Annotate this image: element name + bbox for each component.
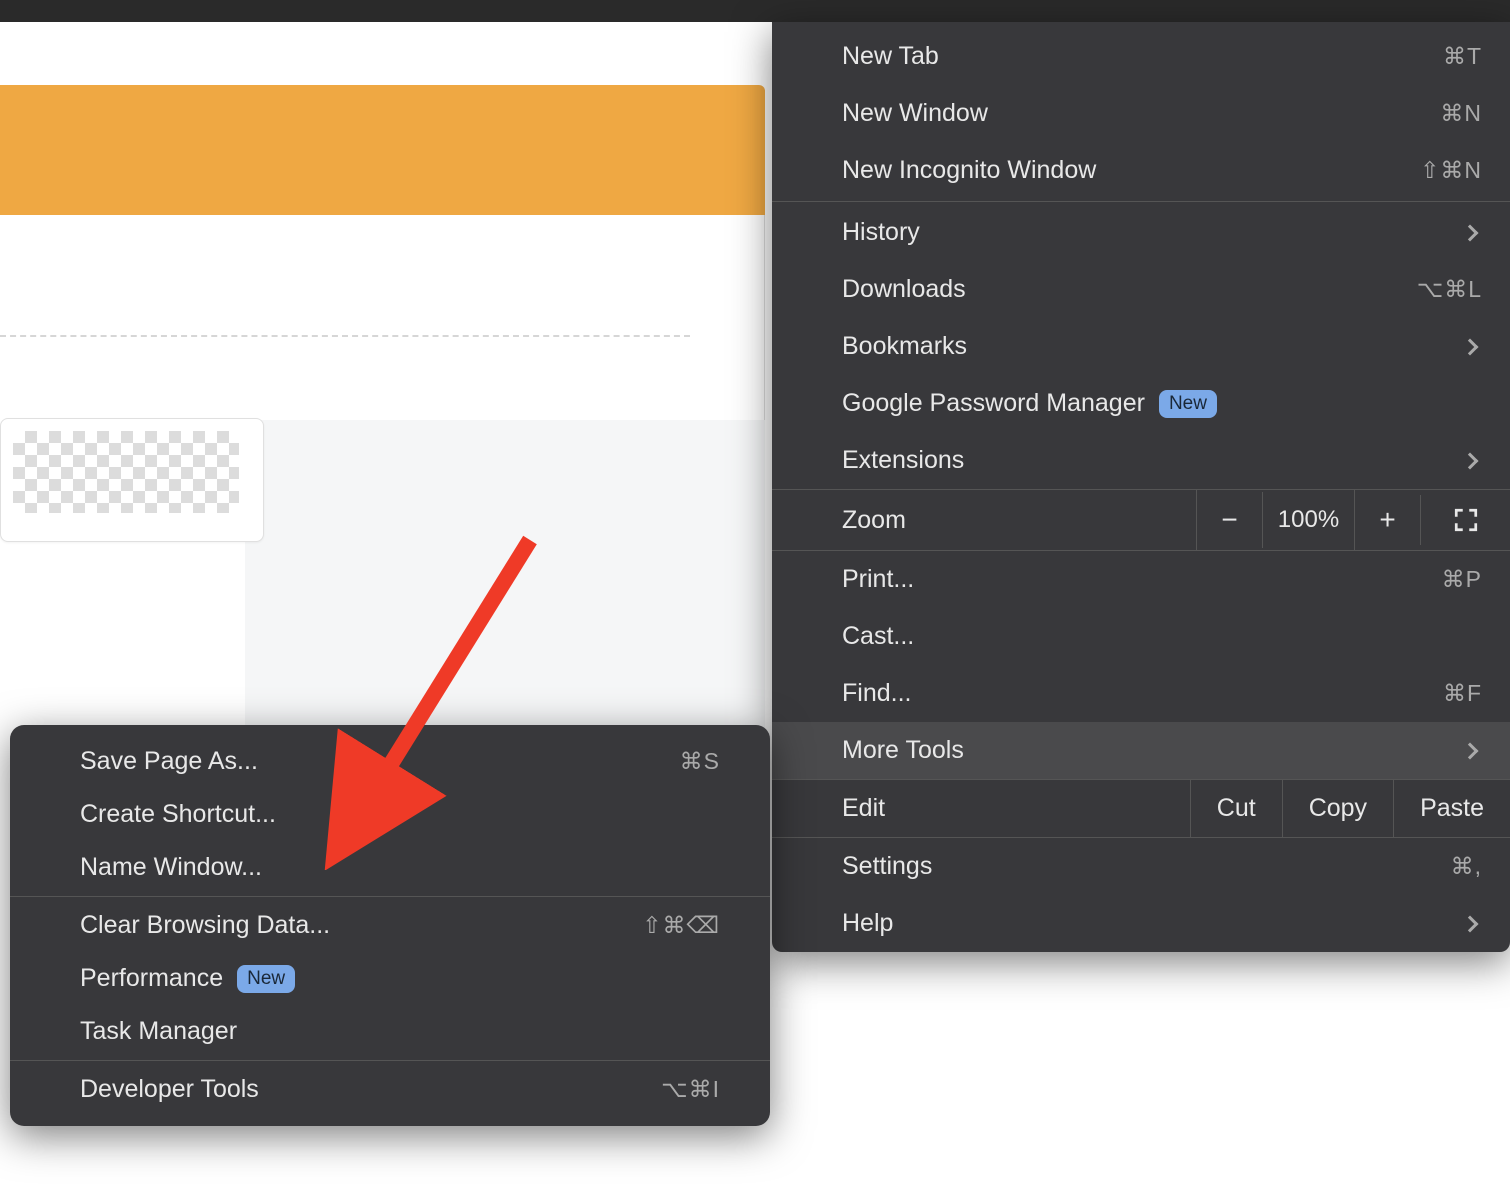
menu-item-label: Save Page As... xyxy=(80,747,258,776)
submenu-item-developer-tools[interactable]: Developer Tools ⌥⌘I xyxy=(10,1063,770,1116)
menu-item-label: Extensions xyxy=(842,446,964,475)
browser-main-menu: New Tab ⌘T New Window ⌘N New Incognito W… xyxy=(772,22,1510,952)
menu-item-new-incognito-window[interactable]: New Incognito Window ⇧⌘N xyxy=(772,142,1510,199)
menu-item-label: Performance xyxy=(80,964,223,993)
menu-item-label: More Tools xyxy=(842,736,964,765)
chevron-right-icon xyxy=(1462,915,1479,932)
page-banner xyxy=(0,85,765,215)
keyboard-shortcut: ⌘T xyxy=(1443,43,1482,70)
keyboard-shortcut: ⇧⌘⌫ xyxy=(642,912,720,939)
edit-label: Edit xyxy=(772,780,1190,837)
fullscreen-icon xyxy=(1453,507,1479,533)
page-content-block xyxy=(0,215,765,420)
paste-button[interactable]: Paste xyxy=(1393,780,1510,837)
menu-divider xyxy=(10,896,770,897)
new-badge: New xyxy=(237,965,295,993)
menu-item-label: Print... xyxy=(842,565,914,594)
dashed-divider xyxy=(0,335,690,337)
menu-item-label: Bookmarks xyxy=(842,332,967,361)
menu-item-label: New Tab xyxy=(842,42,939,71)
menu-item-label: Developer Tools xyxy=(80,1075,259,1104)
cut-button[interactable]: Cut xyxy=(1190,780,1282,837)
menu-item-password-manager[interactable]: Google Password Manager New xyxy=(772,375,1510,432)
fullscreen-button[interactable] xyxy=(1420,495,1510,545)
menu-item-label: Downloads xyxy=(842,275,966,304)
menu-item-label: Find... xyxy=(842,679,911,708)
menu-item-find[interactable]: Find... ⌘F xyxy=(772,665,1510,722)
new-badge: New xyxy=(1159,390,1217,418)
menu-item-label: Google Password Manager xyxy=(842,389,1145,418)
chevron-right-icon xyxy=(1462,224,1479,241)
menu-divider xyxy=(10,1060,770,1061)
menu-item-label: Name Window... xyxy=(80,853,262,882)
menu-item-extensions[interactable]: Extensions xyxy=(772,432,1510,489)
chevron-right-icon xyxy=(1462,742,1479,759)
keyboard-shortcut: ⌘, xyxy=(1451,853,1482,880)
keyboard-shortcut: ⌘N xyxy=(1440,100,1482,127)
menu-item-label: Clear Browsing Data... xyxy=(80,911,330,940)
menu-item-history[interactable]: History xyxy=(772,204,1510,261)
menu-item-label: Help xyxy=(842,909,893,938)
keyboard-shortcut: ⌘F xyxy=(1443,680,1482,707)
chevron-right-icon xyxy=(1462,338,1479,355)
menu-item-label: Create Shortcut... xyxy=(80,800,276,829)
submenu-item-performance[interactable]: Performance New xyxy=(10,952,770,1005)
edit-row: Edit Cut Copy Paste xyxy=(772,779,1510,838)
submenu-item-create-shortcut[interactable]: Create Shortcut... xyxy=(10,788,770,841)
submenu-item-save-page-as[interactable]: Save Page As... ⌘S xyxy=(10,735,770,788)
browser-top-bar xyxy=(0,0,1510,22)
submenu-item-name-window[interactable]: Name Window... xyxy=(10,841,770,894)
zoom-in-button[interactable]: + xyxy=(1354,490,1420,550)
zoom-label: Zoom xyxy=(772,492,1196,549)
menu-item-label: Cast... xyxy=(842,622,914,651)
menu-item-settings[interactable]: Settings ⌘, xyxy=(772,838,1510,895)
menu-divider xyxy=(772,201,1510,202)
menu-item-label: Task Manager xyxy=(80,1017,237,1046)
menu-item-label: Settings xyxy=(842,852,932,881)
submenu-item-clear-browsing-data[interactable]: Clear Browsing Data... ⇧⌘⌫ xyxy=(10,899,770,952)
zoom-out-button[interactable]: − xyxy=(1196,490,1262,550)
image-thumbnail-card xyxy=(0,418,264,542)
menu-item-downloads[interactable]: Downloads ⌥⌘L xyxy=(772,261,1510,318)
copy-button[interactable]: Copy xyxy=(1282,780,1393,837)
transparent-checker-placeholder xyxy=(13,431,239,513)
keyboard-shortcut: ⌘P xyxy=(1442,566,1482,593)
menu-item-more-tools[interactable]: More Tools xyxy=(772,722,1510,779)
chevron-right-icon xyxy=(1462,452,1479,469)
menu-item-new-window[interactable]: New Window ⌘N xyxy=(772,85,1510,142)
keyboard-shortcut: ⇧⌘N xyxy=(1420,157,1482,184)
keyboard-shortcut: ⌘S xyxy=(680,748,720,775)
menu-item-bookmarks[interactable]: Bookmarks xyxy=(772,318,1510,375)
menu-item-label: History xyxy=(842,218,920,247)
menu-item-cast[interactable]: Cast... xyxy=(772,608,1510,665)
keyboard-shortcut: ⌥⌘I xyxy=(661,1076,720,1103)
keyboard-shortcut: ⌥⌘L xyxy=(1417,276,1482,303)
menu-item-print[interactable]: Print... ⌘P xyxy=(772,551,1510,608)
zoom-row: Zoom − 100% + xyxy=(772,489,1510,551)
menu-item-label: New Window xyxy=(842,99,988,128)
menu-item-label: New Incognito Window xyxy=(842,156,1096,185)
menu-item-new-tab[interactable]: New Tab ⌘T xyxy=(772,28,1510,85)
zoom-value: 100% xyxy=(1262,492,1354,548)
more-tools-submenu: Save Page As... ⌘S Create Shortcut... Na… xyxy=(10,725,770,1126)
menu-item-help[interactable]: Help xyxy=(772,895,1510,952)
submenu-item-task-manager[interactable]: Task Manager xyxy=(10,1005,770,1058)
